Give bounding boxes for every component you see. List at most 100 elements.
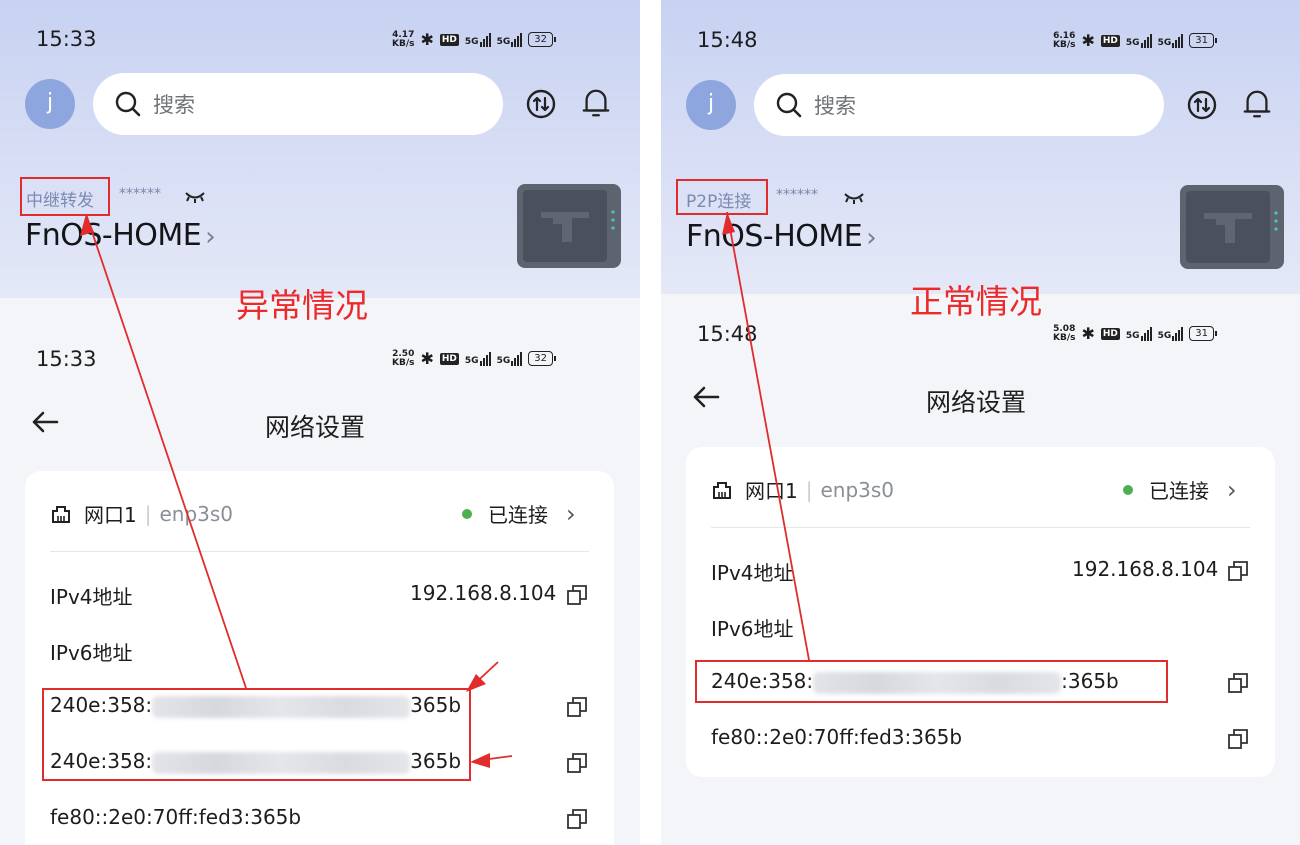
highlight-box <box>695 660 1168 703</box>
back-arrow-icon[interactable] <box>30 410 60 434</box>
copy-icon[interactable] <box>566 752 588 774</box>
link-local-address: fe80::2e0:70ff:fed3:365b <box>711 725 963 749</box>
highlight-box <box>42 688 471 781</box>
search-icon <box>776 92 802 118</box>
port-row[interactable]: 网口1 | enp3s0 <box>50 499 233 528</box>
status-icons: 6.16 KB/s ✱ HD 5G 5G 31 <box>1053 30 1217 50</box>
bell-icon[interactable] <box>1241 88 1273 120</box>
transfer-icon[interactable] <box>1186 89 1218 121</box>
screenshot-normal: 15:48 6.16 KB/s ✱ HD 5G 5G 31 j 搜索 P2P连接 … <box>661 0 1300 845</box>
highlight-box <box>676 179 768 215</box>
battery-icon: 32 <box>528 351 556 366</box>
port-label: 网口1 <box>745 479 798 503</box>
search-input[interactable]: 搜索 <box>754 74 1164 136</box>
port-row[interactable]: 网口1 | enp3s0 <box>711 475 894 504</box>
bluetooth-icon: ✱ <box>420 30 434 49</box>
bluetooth-icon: ✱ <box>420 349 434 368</box>
ethernet-port-icon <box>52 505 70 523</box>
eye-closed-icon[interactable] <box>843 191 865 205</box>
ethernet-port-icon <box>713 481 731 499</box>
copy-icon[interactable] <box>566 584 588 606</box>
chevron-right-icon: › <box>566 499 576 528</box>
bluetooth-icon: ✱ <box>1081 324 1095 343</box>
copy-icon[interactable] <box>1227 728 1249 750</box>
net-speed: 6.16 KB/s <box>1053 30 1076 50</box>
status-icons: 4.17 KB/s ✱ HD 5G 5G 32 <box>392 29 556 49</box>
copy-icon[interactable] <box>1227 672 1249 694</box>
search-input[interactable]: 搜索 <box>93 73 503 135</box>
signal-icon: 5G <box>497 351 523 366</box>
status-time: 15:48 <box>697 322 758 346</box>
port-status[interactable]: 已连接 › <box>1123 475 1237 504</box>
search-icon <box>115 91 141 117</box>
nas-device-icon <box>517 184 621 268</box>
ipv4-label: IPv4地址 <box>50 585 133 609</box>
status-dot <box>1123 484 1133 495</box>
highlight-box <box>20 177 110 216</box>
ipv4-value: 192.168.8.104 <box>410 581 557 605</box>
chevron-right-icon: › <box>866 223 877 253</box>
eye-closed-icon[interactable] <box>184 190 206 204</box>
separator: | <box>805 477 813 502</box>
divider <box>711 527 1250 528</box>
bell-icon[interactable] <box>580 87 612 119</box>
signal-icon: 5G <box>465 32 491 47</box>
hd-icon: HD <box>439 352 459 365</box>
search-placeholder: 搜索 <box>153 93 195 117</box>
port-status[interactable]: 已连接 › <box>462 499 576 528</box>
status-text: 已连接 <box>1149 479 1209 503</box>
bluetooth-icon: ✱ <box>1081 31 1095 50</box>
password-mask: ****** <box>776 187 818 203</box>
caption-label: 正常情况 <box>910 282 1042 321</box>
hd-icon: HD <box>1100 327 1120 340</box>
chevron-right-icon: › <box>205 222 216 252</box>
ipv4-value: 192.168.8.104 <box>1072 557 1219 581</box>
battery-icon: 32 <box>528 32 556 47</box>
hd-icon: HD <box>439 33 459 46</box>
status-dot <box>462 508 472 519</box>
page-title: 网络设置 <box>265 413 366 442</box>
chevron-right-icon: › <box>1227 475 1237 504</box>
ipv6-label: IPv6地址 <box>50 641 133 665</box>
hd-icon: HD <box>1100 34 1120 47</box>
device-name[interactable]: FnOS-HOME › <box>686 219 877 254</box>
screenshot-abnormal: 15:33 4.17 KB/s ✱ HD 5G 5G 32 j 搜索 中继转发 *… <box>0 0 640 845</box>
signal-icon: 5G <box>1158 33 1184 48</box>
copy-icon[interactable] <box>566 696 588 718</box>
status-time: 15:33 <box>36 347 97 371</box>
copy-icon[interactable] <box>566 808 588 830</box>
net-speed: 4.17 KB/s <box>392 29 415 49</box>
status-time: 15:33 <box>36 27 97 51</box>
port-device: enp3s0 <box>159 501 234 526</box>
status-time: 15:48 <box>697 28 758 52</box>
back-arrow-icon[interactable] <box>691 385 721 409</box>
caption-label: 异常情况 <box>236 286 368 325</box>
password-mask: ****** <box>119 186 161 202</box>
signal-icon: 5G <box>1126 326 1152 341</box>
net-speed: 2.50 KB/s <box>392 348 415 368</box>
battery-icon: 31 <box>1189 33 1217 48</box>
transfer-icon[interactable] <box>525 88 557 120</box>
copy-icon[interactable] <box>1227 560 1249 582</box>
status-icons: 2.50 KB/s ✱ HD 5G 5G 32 <box>392 348 556 368</box>
status-text: 已连接 <box>488 503 548 527</box>
ipv6-label: IPv6地址 <box>711 617 794 641</box>
link-local-address: fe80::2e0:70ff:fed3:365b <box>50 805 302 829</box>
separator: | <box>144 501 152 526</box>
signal-icon: 5G <box>497 32 523 47</box>
nas-device-icon <box>1180 185 1284 269</box>
port-device: enp3s0 <box>820 477 895 502</box>
signal-icon: 5G <box>1126 33 1152 48</box>
net-speed: 5.08 KB/s <box>1053 323 1076 343</box>
page-title: 网络设置 <box>926 388 1027 417</box>
signal-icon: 5G <box>465 351 491 366</box>
battery-icon: 31 <box>1189 326 1217 341</box>
signal-icon: 5G <box>1158 326 1184 341</box>
device-name[interactable]: FnOS-HOME › <box>25 218 216 253</box>
search-placeholder: 搜索 <box>814 94 856 118</box>
avatar[interactable]: j <box>25 79 75 129</box>
avatar[interactable]: j <box>686 80 736 130</box>
status-icons: 5.08 KB/s ✱ HD 5G 5G 31 <box>1053 323 1217 343</box>
ipv4-label: IPv4地址 <box>711 561 794 585</box>
port-label: 网口1 <box>84 503 137 527</box>
